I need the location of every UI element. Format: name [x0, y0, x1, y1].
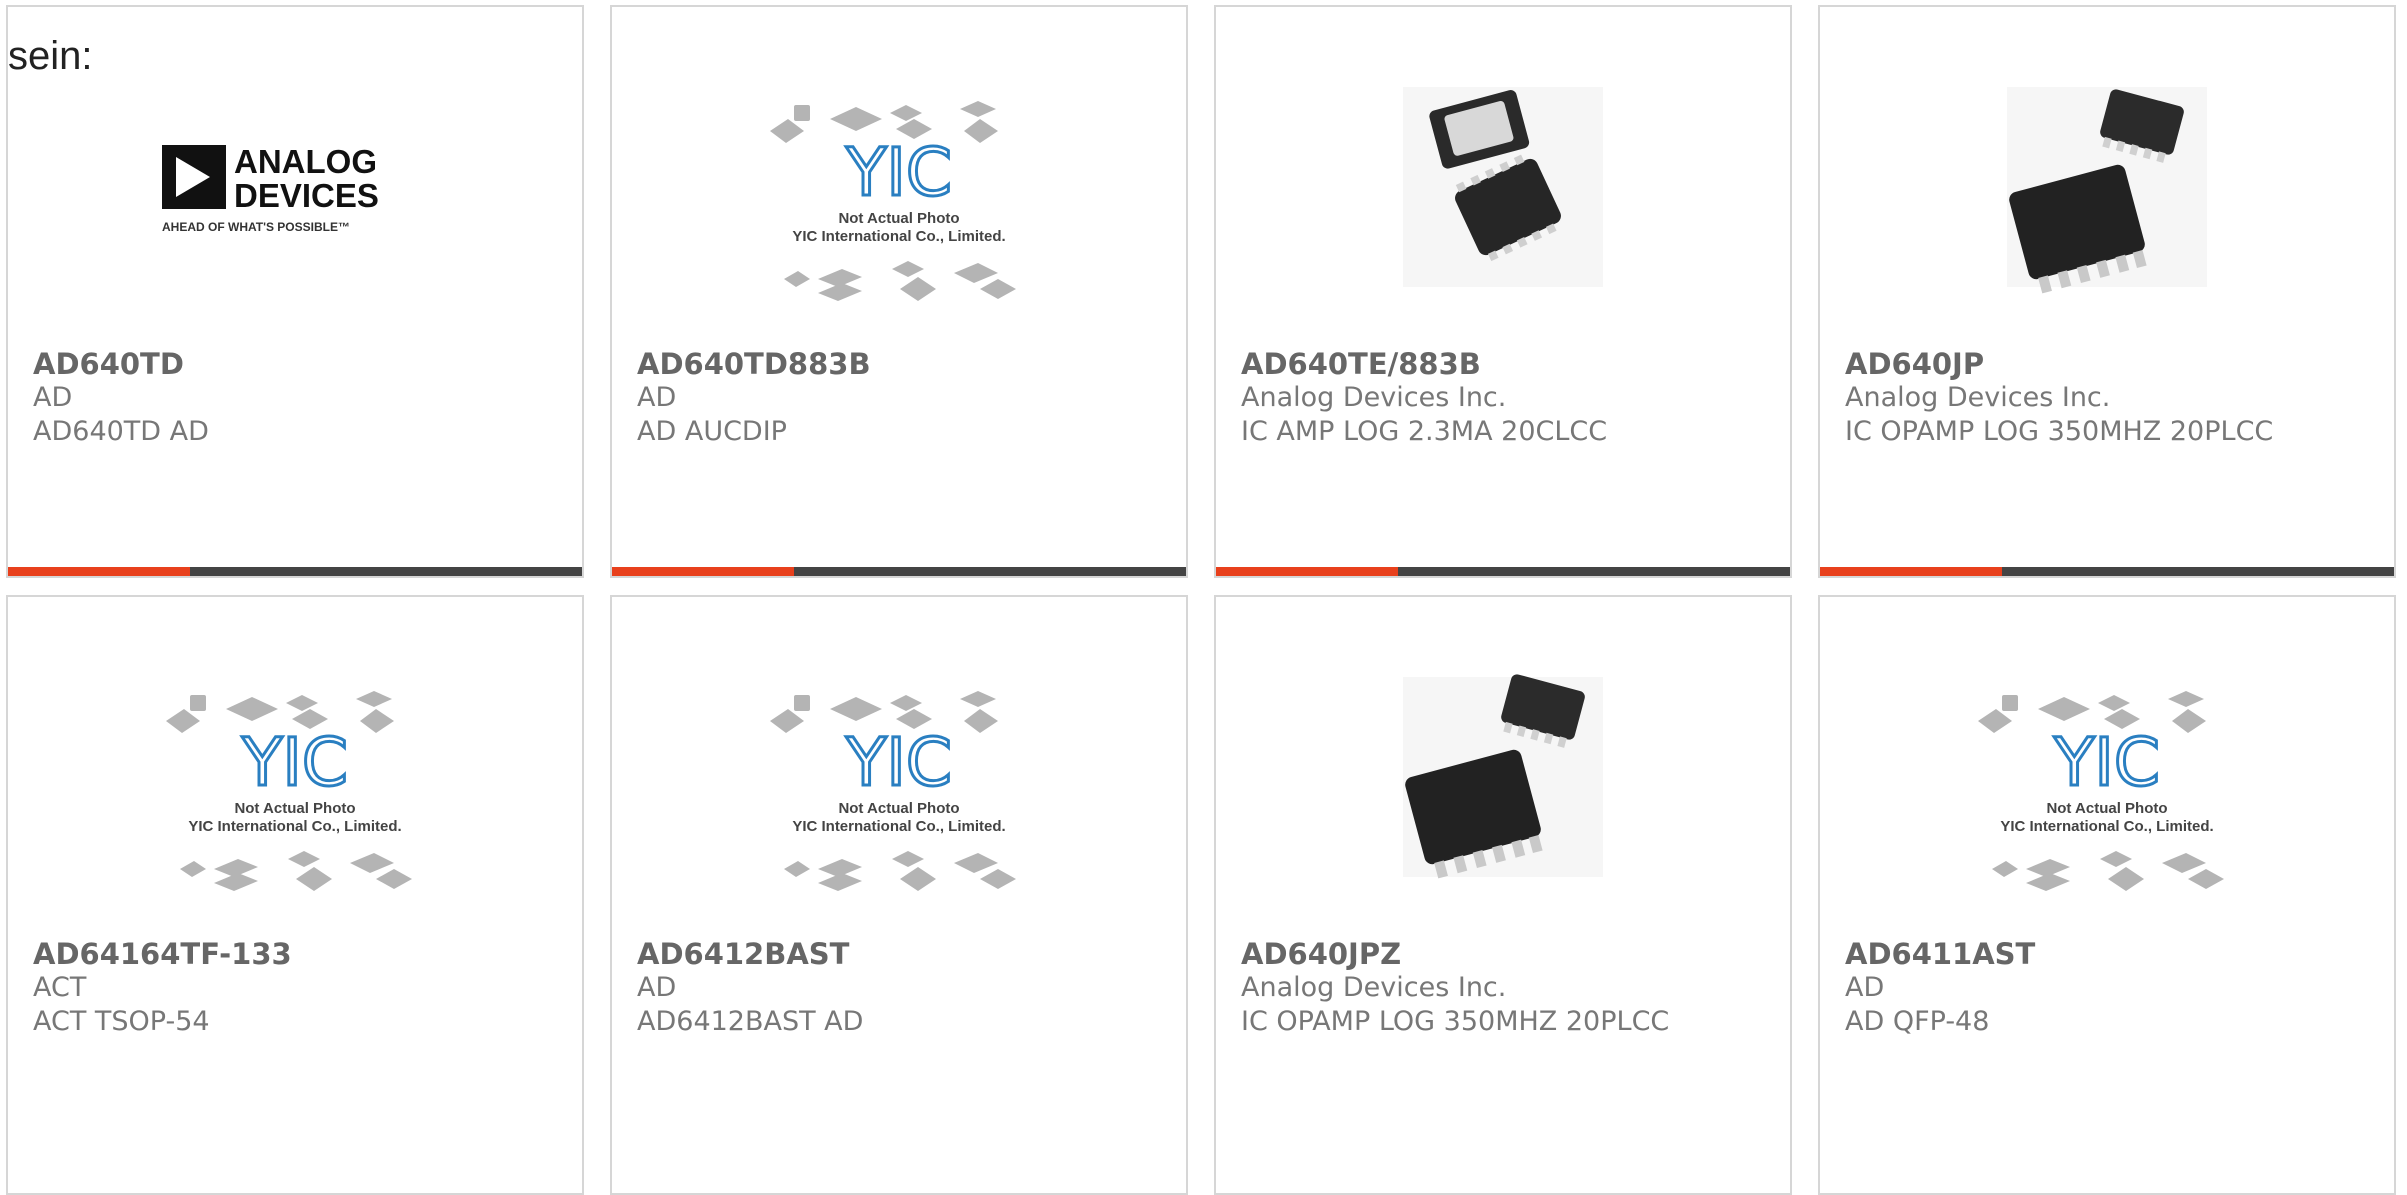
product-image[interactable]: ANALOG DEVICES AHEAD OF WHAT'S POSSIBLE™ — [160, 67, 430, 317]
description: AD640TD AD — [33, 416, 209, 447]
yic-logo: YIC — [2053, 724, 2160, 801]
manufacturer: AD — [637, 972, 677, 1003]
part-number[interactable]: AD640TD883B — [637, 347, 1176, 381]
placeholder-line2: YIC International Co., Limited. — [188, 818, 401, 835]
placeholder-line1: Not Actual Photo — [2046, 800, 2167, 817]
product-card[interactable]: YIC Not Actual Photo YIC International C… — [6, 595, 584, 1195]
plcc-chip-photo — [1403, 674, 1603, 879]
description: ACT TSOP-54 — [33, 1006, 210, 1037]
placeholder-line1: Not Actual Photo — [838, 210, 959, 227]
product-card[interactable]: YIC Not Actual Photo YIC International C… — [1818, 595, 2396, 1195]
part-number[interactable]: AD6411AST — [1845, 937, 2384, 971]
product-image[interactable]: YIC Not Actual Photo YIC International C… — [764, 657, 1034, 907]
plcc-chip-photo — [2007, 87, 2207, 294]
card-accent-bar — [8, 567, 190, 576]
description: IC OPAMP LOG 350MHZ 20PLCC — [1241, 1006, 1670, 1037]
analog-devices-logo: ANALOG DEVICES AHEAD OF WHAT'S POSSIBLE™ — [162, 143, 379, 234]
product-image[interactable] — [1368, 657, 1638, 907]
description: AD AUCDIP — [637, 416, 787, 447]
product-card[interactable]: AD640JP Analog Devices Inc. IC OPAMP LOG… — [1818, 5, 2396, 578]
part-number[interactable]: AD640TE/883B — [1241, 347, 1780, 381]
manufacturer: Analog Devices Inc. — [1241, 382, 1507, 413]
product-image[interactable] — [1368, 67, 1638, 317]
product-image[interactable]: YIC Not Actual Photo YIC International C… — [1972, 657, 2242, 907]
card-accent-bar — [1216, 567, 1398, 576]
manufacturer: Analog Devices Inc. — [1845, 382, 2111, 413]
part-number[interactable]: AD640TD — [33, 347, 572, 381]
placeholder-line1: Not Actual Photo — [838, 800, 959, 817]
manufacturer: AD — [1845, 972, 1885, 1003]
product-card[interactable]: AD640JPZ Analog Devices Inc. IC OPAMP LO… — [1214, 595, 1792, 1195]
ad-logo-line1: ANALOG — [234, 143, 377, 180]
yic-placeholder-image: YIC Not Actual Photo YIC International C… — [770, 691, 1016, 891]
description: IC AMP LOG 2.3MA 20CLCC — [1241, 416, 1608, 447]
manufacturer: AD — [637, 382, 677, 413]
manufacturer: AD — [33, 382, 73, 413]
part-number[interactable]: AD6412BAST — [637, 937, 1176, 971]
part-number[interactable]: AD640JP — [1845, 347, 2384, 381]
description: AD QFP-48 — [1845, 1006, 1990, 1037]
intro-text: sein: — [8, 34, 93, 78]
product-card[interactable]: AD640TE/883B Analog Devices Inc. IC AMP … — [1214, 5, 1792, 578]
card-bottom-bar — [8, 567, 582, 576]
placeholder-line2: YIC International Co., Limited. — [792, 228, 1005, 245]
product-card[interactable]: ANALOG DEVICES AHEAD OF WHAT'S POSSIBLE™… — [6, 5, 584, 578]
ad-logo-line2: DEVICES — [234, 177, 379, 214]
description: AD6412BAST AD — [637, 1006, 864, 1037]
placeholder-line1: Not Actual Photo — [234, 800, 355, 817]
card-accent-bar — [612, 567, 794, 576]
card-bottom-bar — [612, 567, 1186, 576]
part-number[interactable]: AD640JPZ — [1241, 937, 1780, 971]
yic-logo: YIC — [845, 724, 952, 801]
yic-logo: YIC — [241, 724, 348, 801]
product-card[interactable]: YIC Not Actual Photo YIC International C… — [610, 5, 1188, 578]
description: IC OPAMP LOG 350MHZ 20PLCC — [1845, 416, 2274, 447]
yic-placeholder-image: YIC Not Actual Photo YIC International C… — [166, 691, 412, 891]
product-image[interactable] — [1972, 67, 2242, 317]
card-bottom-bar — [1820, 567, 2394, 576]
card-bottom-bar — [1216, 567, 1790, 576]
yic-placeholder-image: YIC Not Actual Photo YIC International C… — [770, 101, 1016, 301]
ad-logo-tagline: AHEAD OF WHAT'S POSSIBLE™ — [162, 220, 350, 234]
yic-placeholder-image: YIC Not Actual Photo YIC International C… — [1978, 691, 2224, 891]
yic-logo: YIC — [845, 134, 952, 211]
product-card[interactable]: YIC Not Actual Photo YIC International C… — [610, 595, 1188, 1195]
clcc-chip-photo — [1403, 87, 1603, 287]
manufacturer: ACT — [33, 972, 87, 1003]
part-number[interactable]: AD64164TF-133 — [33, 937, 572, 971]
product-image[interactable]: YIC Not Actual Photo YIC International C… — [764, 67, 1034, 317]
placeholder-line2: YIC International Co., Limited. — [2000, 818, 2213, 835]
manufacturer: Analog Devices Inc. — [1241, 972, 1507, 1003]
placeholder-line2: YIC International Co., Limited. — [792, 818, 1005, 835]
card-accent-bar — [1820, 567, 2002, 576]
product-image[interactable]: YIC Not Actual Photo YIC International C… — [160, 657, 430, 907]
